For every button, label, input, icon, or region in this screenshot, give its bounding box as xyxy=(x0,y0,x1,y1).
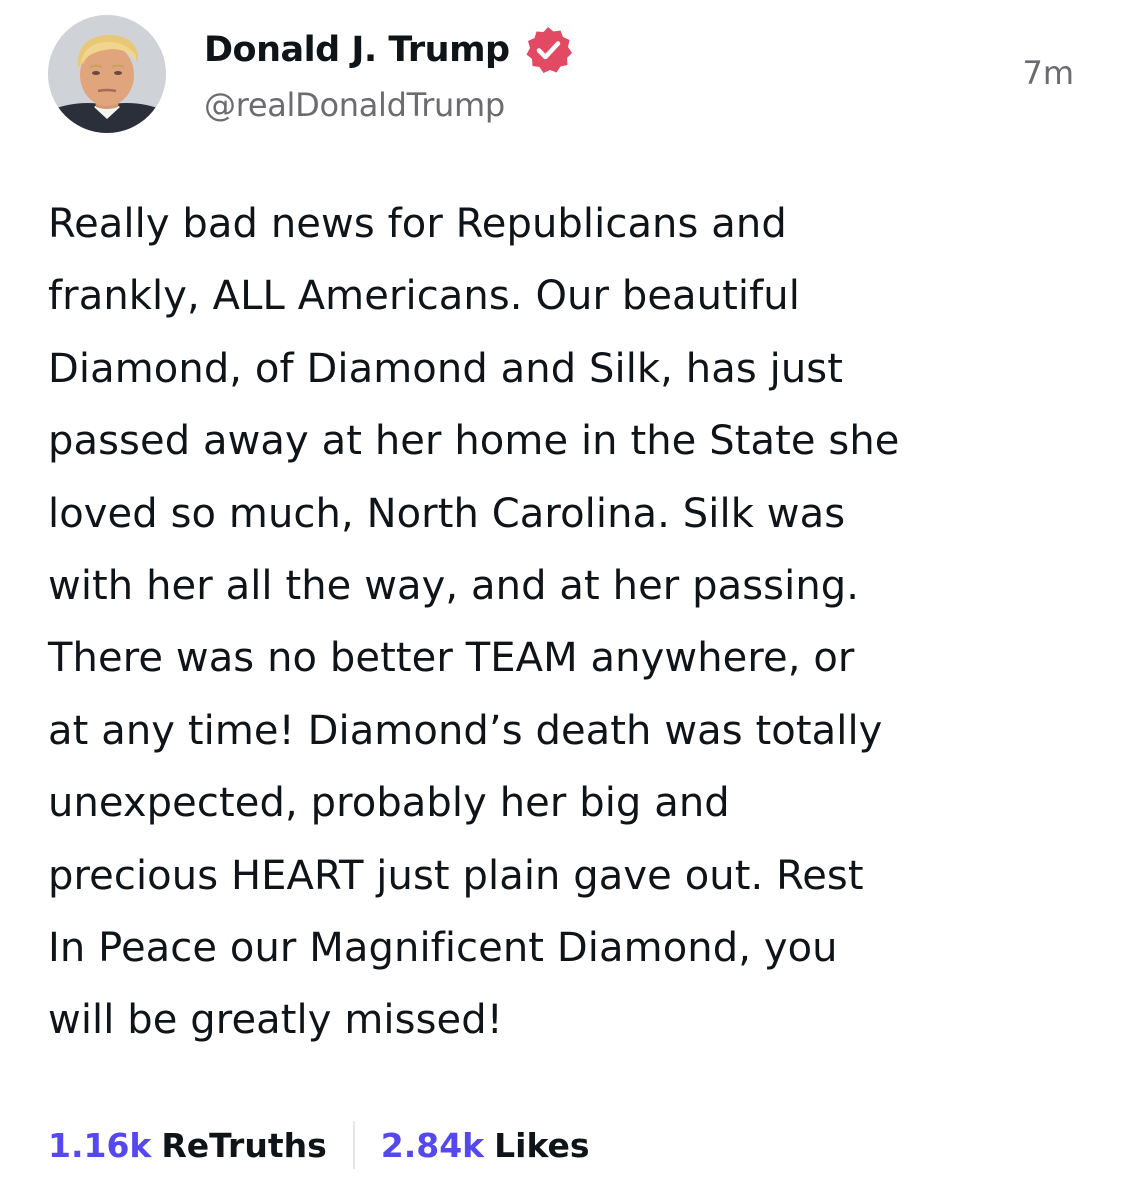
post-body-line: In Peace our Magnificent Diamond, you xyxy=(48,925,838,972)
post-body-line: unexpected, probably her big and xyxy=(48,780,730,827)
author-name-row[interactable]: Donald J. Trump xyxy=(204,24,574,76)
post-timestamp[interactable]: 7m xyxy=(1022,54,1074,92)
post-body-line: at any time! Diamond’s death was totally xyxy=(48,707,883,754)
avatar-photo-icon xyxy=(48,15,166,133)
likes-stat[interactable]: 2.84k Likes xyxy=(381,1126,590,1165)
likes-count: 2.84k xyxy=(380,1125,485,1165)
post-body-line: loved so much, North Carolina. Silk was xyxy=(48,490,846,537)
post-body: Really bad news for Republicans and fran… xyxy=(48,188,1098,1057)
post-body-line: will be greatly missed! xyxy=(48,997,503,1044)
author-handle[interactable]: @realDonaldTrump xyxy=(204,86,505,124)
verified-badge-icon xyxy=(522,24,574,76)
post-body-line: Diamond, of Diamond and Silk, has just xyxy=(48,345,844,392)
likes-label: Likes xyxy=(494,1125,590,1165)
retruths-count: 1.16k xyxy=(48,1125,152,1165)
stats-divider xyxy=(352,1121,355,1169)
post-body-line: frankly, ALL Americans. Our beautiful xyxy=(48,273,800,320)
retruths-stat[interactable]: 1.16k ReTruths xyxy=(48,1126,327,1165)
post-body-line: with her all the way, and at her passing… xyxy=(48,563,860,610)
post-body-line: There was no better TEAM anywhere, or xyxy=(48,635,855,682)
avatar[interactable] xyxy=(48,15,166,133)
retruths-label: ReTruths xyxy=(161,1125,327,1165)
post-body-line: precious HEART just plain gave out. Rest xyxy=(48,852,864,899)
post-body-line: Really bad news for Republicans and xyxy=(48,201,787,247)
display-name[interactable]: Donald J. Trump xyxy=(204,30,510,70)
engagement-stats: 1.16k ReTruths 2.84k Likes xyxy=(48,1120,590,1170)
post-body-line: passed away at her home in the State she xyxy=(48,418,900,465)
truth-post: Donald J. Trump @realDonaldTrump 7m Real… xyxy=(0,0,1124,1200)
